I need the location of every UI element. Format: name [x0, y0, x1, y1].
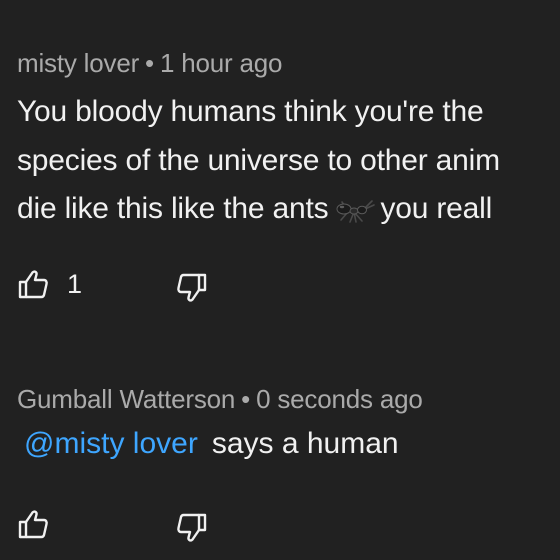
comment-time[interactable]: 1 hour ago: [160, 48, 283, 78]
thumbs-up-icon: [18, 270, 48, 299]
comment-text-segment: die like this like the ants: [17, 192, 329, 225]
thumbs-down-icon: [177, 513, 207, 542]
comment-text-line: You bloody humans think you're the: [17, 95, 484, 128]
meta-separator: •: [145, 48, 154, 78]
comment: misty lover • 1 hour ago You bloody humans…: [0, 0, 560, 330]
comment: Gumball Watterson • 0 seconds ago @misty l…: [0, 330, 560, 560]
meta-separator: •: [241, 384, 251, 414]
ant-icon: [336, 200, 376, 223]
dislike-button[interactable]: [176, 512, 208, 544]
comment-text: @misty lover says a human: [24, 427, 399, 461]
mention-link[interactable]: @misty lover: [24, 427, 198, 460]
comment-meta: misty lover • 1 hour ago: [17, 48, 282, 79]
comment-text-segment: you reall: [380, 192, 493, 225]
comment-author[interactable]: Gumball Watterson: [17, 384, 235, 414]
comment-time[interactable]: 0 seconds ago: [256, 384, 423, 414]
like-button[interactable]: [17, 508, 49, 540]
comment-author[interactable]: misty lover: [17, 48, 139, 78]
comment-text-segment: says a human: [211, 427, 399, 460]
thumbs-up-icon: [18, 510, 48, 539]
comment-meta: Gumball Watterson • 0 seconds ago: [17, 384, 423, 415]
like-count: 1: [67, 268, 83, 299]
comment-text-line: species of the universe to other anim: [17, 144, 500, 177]
comment-text-line: die like this like the ants you reall: [17, 192, 492, 226]
like-button[interactable]: 1: [17, 268, 82, 300]
dislike-button[interactable]: [176, 272, 208, 304]
thumbs-down-icon: [177, 273, 207, 302]
